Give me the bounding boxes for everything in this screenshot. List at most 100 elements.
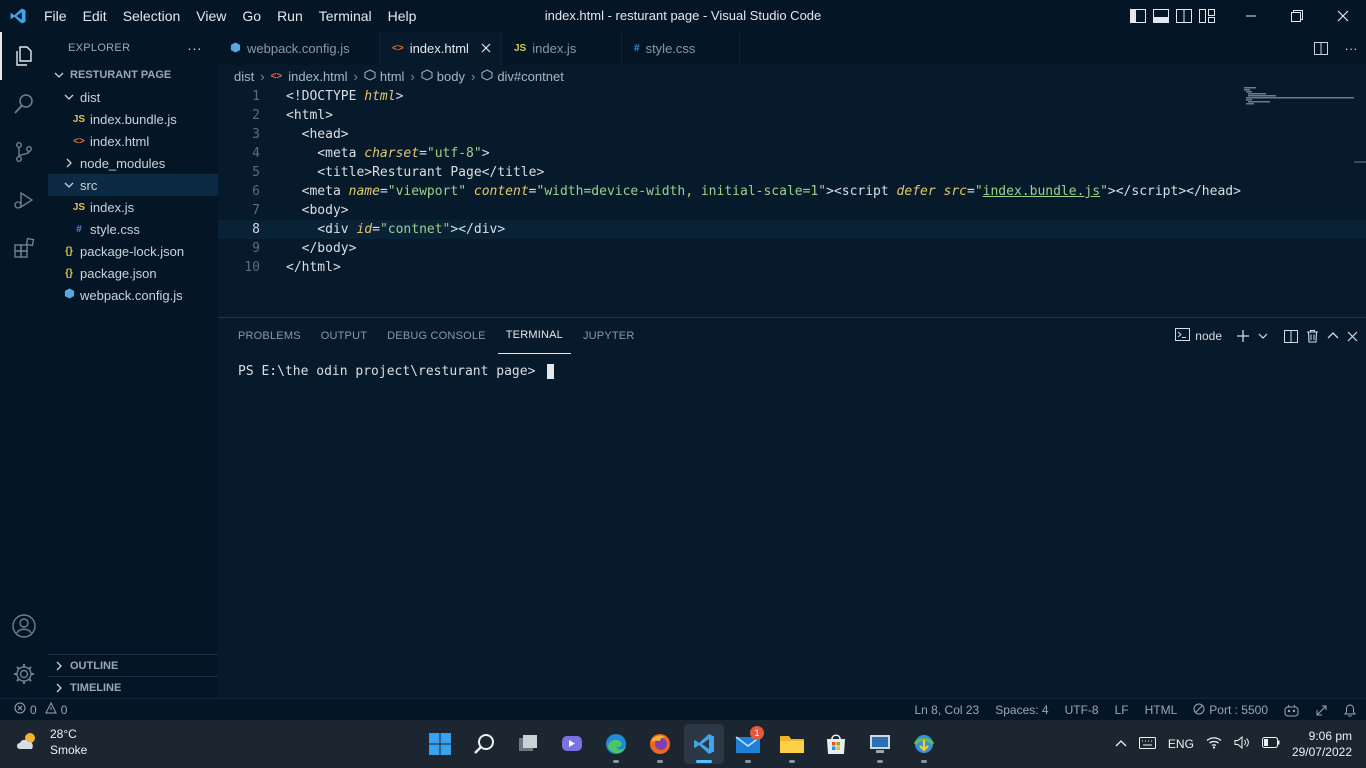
keyboard-icon[interactable]	[1138, 736, 1156, 752]
toggle-secondary-sidebar-icon[interactable]	[1172, 0, 1195, 32]
toggle-panel-icon[interactable]	[1149, 0, 1172, 32]
tree-file-index-js[interactable]: JS index.js	[48, 196, 218, 218]
toggle-primary-sidebar-icon[interactable]	[1126, 0, 1149, 32]
tab-problems[interactable]: PROBLEMS	[230, 318, 309, 354]
menu-selection[interactable]: Selection	[115, 0, 189, 32]
download-manager-icon[interactable]	[904, 724, 944, 764]
clock[interactable]: 9:06 pm 29/07/2022	[1292, 728, 1352, 760]
notifications-bell-icon[interactable]	[1344, 703, 1356, 717]
trash-icon[interactable]	[1306, 329, 1319, 343]
more-actions-icon[interactable]: ···	[1336, 41, 1366, 56]
menu-run[interactable]: Run	[269, 0, 311, 32]
tree-file-index-bundle-js[interactable]: JS index.bundle.js	[48, 108, 218, 130]
wifi-icon[interactable]	[1206, 736, 1222, 752]
breadcrumb-item[interactable]: body	[421, 69, 465, 84]
tab-output[interactable]: OUTPUT	[313, 318, 375, 354]
more-actions-icon[interactable]: ···	[187, 40, 202, 56]
tab-webpack-config-js[interactable]: webpack.config.js	[218, 32, 380, 65]
language-mode[interactable]: HTML	[1145, 703, 1178, 717]
encoding[interactable]: UTF-8	[1065, 703, 1099, 717]
terminal-output[interactable]: PS E:\the odin project\resturant page>	[218, 354, 1366, 389]
input-language[interactable]: ENG	[1168, 737, 1194, 751]
end-of-line[interactable]: LF	[1115, 703, 1129, 717]
minimap[interactable]	[1244, 87, 1354, 107]
vscode-taskbar-icon[interactable]	[684, 724, 724, 764]
customize-layout-icon[interactable]	[1195, 0, 1218, 32]
breadcrumb-item[interactable]: <> index.html	[271, 69, 348, 84]
cursor-position[interactable]: Ln 8, Col 23	[915, 703, 980, 717]
menu-help[interactable]: Help	[380, 0, 425, 32]
mail-icon[interactable]: 1	[728, 724, 768, 764]
close-window-icon[interactable]	[1320, 0, 1366, 32]
chevron-down-icon[interactable]	[1258, 331, 1268, 341]
taskbar-search-icon[interactable]	[464, 724, 504, 764]
restore-icon[interactable]	[1274, 0, 1320, 32]
menu-go[interactable]: Go	[234, 0, 269, 32]
new-terminal-icon[interactable]	[1236, 329, 1250, 343]
extensions-icon[interactable]	[0, 224, 48, 272]
breadcrumb-item[interactable]: div#contnet	[481, 69, 564, 84]
tree-folder-dist[interactable]: dist	[48, 86, 218, 108]
tree-folder-src[interactable]: src	[48, 174, 218, 196]
tab-label: index.js	[532, 41, 577, 56]
tree-file-style-css[interactable]: # style.css	[48, 218, 218, 240]
split-terminal-icon[interactable]	[1284, 329, 1298, 343]
minimize-icon[interactable]	[1228, 0, 1274, 32]
tab-index-js[interactable]: JS index.js	[502, 32, 622, 65]
close-panel-icon[interactable]	[1347, 331, 1358, 342]
explorer-icon[interactable]	[0, 32, 48, 80]
tree-file-package-lock-json[interactable]: {} package-lock.json	[48, 240, 218, 262]
file-explorer-icon[interactable]	[772, 724, 812, 764]
microsoft-store-icon[interactable]	[816, 724, 856, 764]
split-editor-icon[interactable]	[1306, 42, 1336, 55]
tab-index-html[interactable]: <> index.html	[380, 32, 502, 65]
status-bar: 0 0 Ln 8, Col 23 Spaces: 4 UTF-8 LF HTML…	[0, 698, 1366, 720]
code-editor[interactable]: 1 <!DOCTYPE html> 2 <html> 3 <head> 4 <met…	[218, 87, 1366, 315]
remote-desktop-icon[interactable]	[860, 724, 900, 764]
tree-file-webpack-config-js[interactable]: webpack.config.js	[48, 284, 218, 306]
breadcrumb-item[interactable]: html	[364, 69, 404, 84]
tree-file-package-json[interactable]: {} package.json	[48, 262, 218, 284]
search-icon[interactable]	[0, 80, 48, 128]
task-view-icon[interactable]	[508, 724, 548, 764]
menu-edit[interactable]: Edit	[75, 0, 115, 32]
window-title: index.html - resturant page - Visual Stu…	[544, 8, 822, 23]
tree-label: style.css	[90, 221, 140, 237]
breadcrumb-item[interactable]: dist	[234, 69, 254, 84]
accounts-icon[interactable]	[0, 602, 48, 650]
problems-status[interactable]: 0 0	[14, 701, 67, 717]
outline-section[interactable]: OUTLINE	[48, 654, 218, 676]
timeline-section[interactable]: TIMELINE	[48, 676, 218, 698]
live-server-port[interactable]: Port : 5500	[1193, 703, 1268, 718]
firefox-icon[interactable]	[640, 724, 680, 764]
run-debug-icon[interactable]	[0, 176, 48, 224]
tab-jupyter[interactable]: JUPYTER	[575, 318, 643, 354]
volume-icon[interactable]	[1234, 735, 1250, 752]
tree-folder-node-modules[interactable]: node_modules	[48, 152, 218, 174]
close-icon[interactable]	[481, 41, 491, 56]
copilot-icon[interactable]	[1284, 704, 1299, 717]
maximize-panel-icon[interactable]	[1327, 331, 1339, 341]
project-root[interactable]: RESTURANT PAGE	[48, 64, 218, 86]
source-control-icon[interactable]	[0, 128, 48, 176]
code-line: 10 </html>	[218, 258, 1366, 277]
chevron-up-icon[interactable]	[1115, 737, 1127, 751]
webpack-file-icon	[62, 288, 76, 302]
weather-widget[interactable]: 28°C Smoke	[14, 726, 87, 758]
feedback-icon[interactable]	[1315, 704, 1328, 717]
menu-file[interactable]: File	[36, 0, 75, 32]
tree-file-index-html[interactable]: <> index.html	[48, 130, 218, 152]
start-button[interactable]	[420, 724, 460, 764]
teams-chat-icon[interactable]	[552, 724, 592, 764]
menu-view[interactable]: View	[188, 0, 234, 32]
manage-gear-icon[interactable]	[0, 650, 48, 698]
indentation[interactable]: Spaces: 4	[995, 703, 1048, 717]
battery-icon[interactable]	[1261, 737, 1280, 751]
tab-debug-console[interactable]: DEBUG CONSOLE	[379, 318, 494, 354]
editor-scrollbar[interactable]	[1354, 161, 1366, 163]
terminal-selector[interactable]: node	[1175, 328, 1222, 344]
tab-terminal[interactable]: TERMINAL	[497, 318, 571, 354]
tab-style-css[interactable]: # style.css	[622, 32, 740, 65]
menu-terminal[interactable]: Terminal	[311, 0, 380, 32]
edge-browser-icon[interactable]	[596, 724, 636, 764]
